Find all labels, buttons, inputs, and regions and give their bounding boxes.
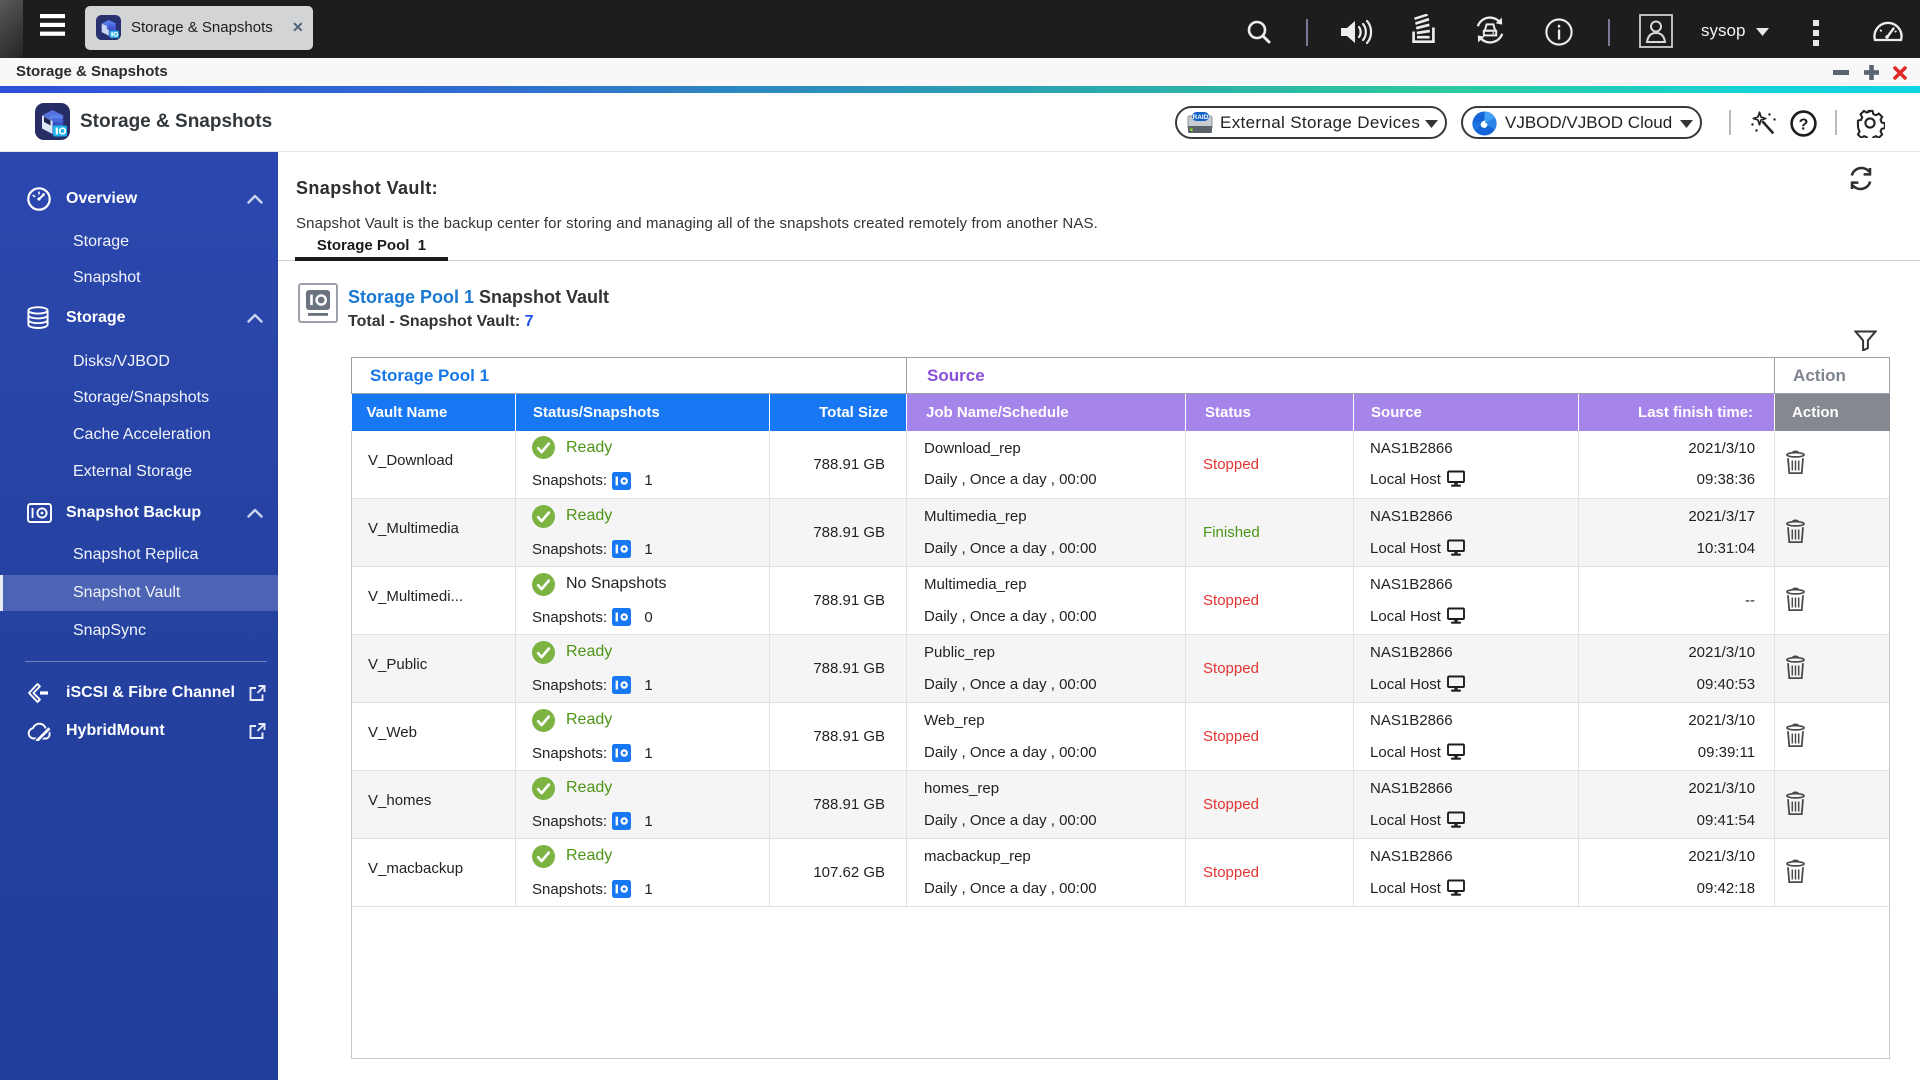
svg-text:?: ? [1799,117,1809,134]
svg-text:RAID: RAID [1193,114,1209,121]
